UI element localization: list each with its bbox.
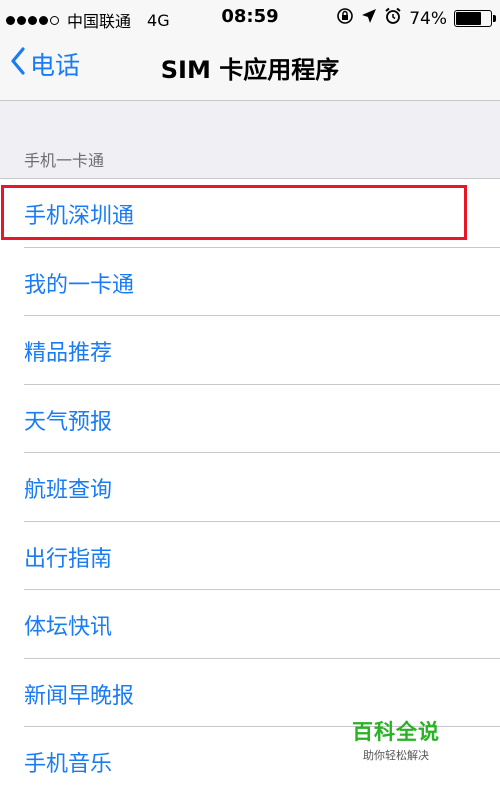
list-item-shenzhen-tong[interactable]: 手机深圳通 (0, 179, 500, 248)
watermark-title: 百科全说 (352, 720, 440, 744)
list-item-flight-query[interactable]: 航班查询 (0, 453, 500, 522)
list-item-sports-news[interactable]: 体坛快讯 (0, 590, 500, 659)
list-item-travel-guide[interactable]: 出行指南 (0, 522, 500, 590)
status-bar-right: 74% (336, 7, 496, 30)
status-bar: 中国联通 4G 08:59 74% (0, 0, 500, 36)
page-title: SIM 卡应用程序 (160, 56, 340, 84)
list-item-label: 航班查询 (24, 478, 113, 503)
list-item-label: 天气预报 (24, 409, 113, 435)
watermark-subtitle: 助你轻松解决 (363, 749, 429, 762)
watermark-logo: 百科全说 助你轻松解决 (352, 716, 440, 763)
list-item-label: 体坛快讯 (24, 615, 113, 640)
list-item-recommended[interactable]: 精品推荐 (0, 316, 500, 385)
list-item-label: 手机音乐 (24, 752, 113, 777)
list-item-label: 精品推荐 (24, 341, 113, 366)
battery-icon (454, 10, 496, 27)
list-item-my-card[interactable]: 我的一卡通 (0, 248, 500, 316)
list-item-label: 我的一卡通 (24, 272, 135, 298)
list-item-label: 新闻早晚报 (24, 683, 135, 709)
battery-fill (456, 12, 481, 25)
list-item-label: 出行指南 (24, 546, 113, 572)
navigation-bar: 电话 SIM 卡应用程序 (0, 36, 500, 101)
list-item-label: 手机深圳通 (24, 204, 135, 229)
section-header: 手机一卡通 (24, 151, 105, 170)
alarm-icon (384, 7, 402, 30)
location-arrow-icon (361, 8, 377, 29)
list-item-weather[interactable]: 天气预报 (0, 385, 500, 453)
lock-rotation-icon (336, 7, 354, 30)
battery-percent: 74% (409, 8, 447, 29)
app-list: 手机深圳通 我的一卡通 精品推荐 天气预报 航班查询 出行指南 体坛快讯 新闻早… (0, 178, 500, 796)
